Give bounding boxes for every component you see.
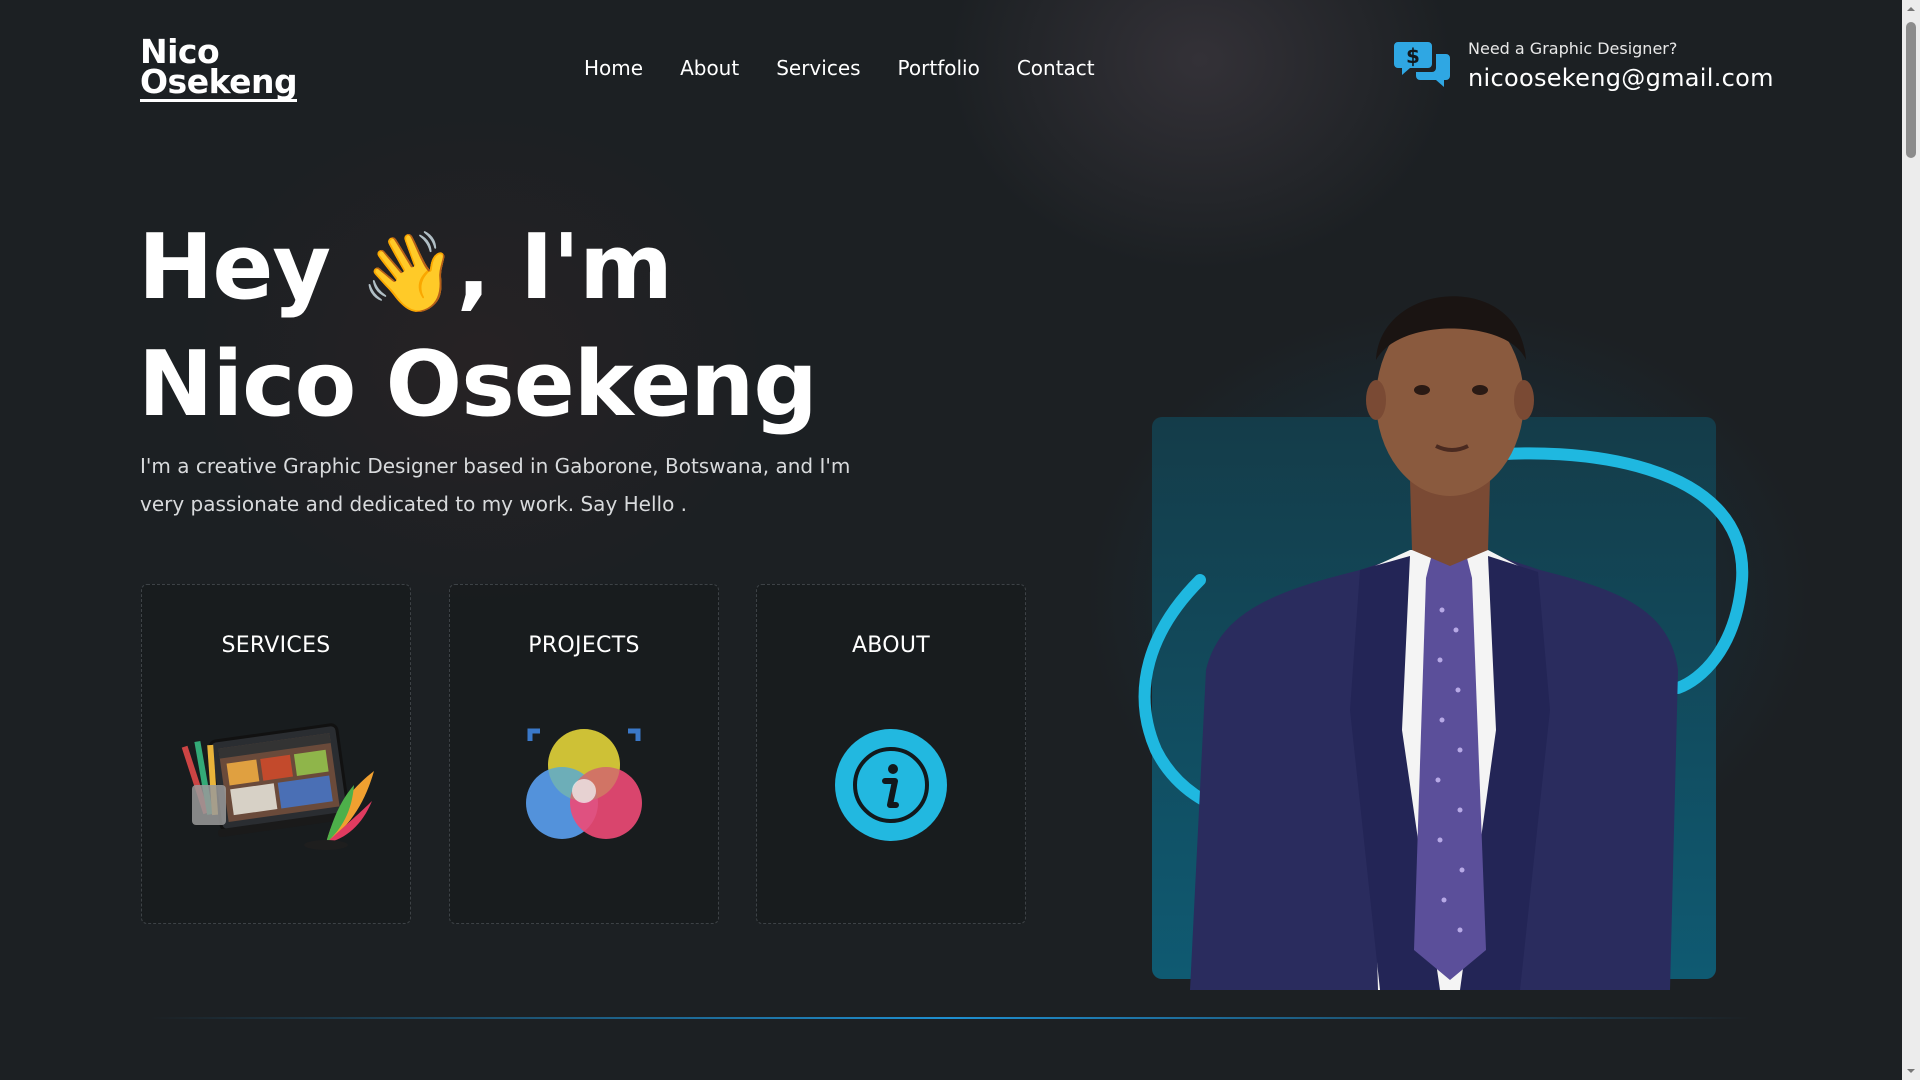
svg-text:$: $ [1406,44,1420,68]
scroll-up-icon[interactable] [1906,4,1916,14]
scroll-thumb[interactable] [1906,22,1916,158]
contact-text: Need a Graphic Designer? nicoosekeng@gma… [1468,38,1774,92]
hero-name: Nico Osekeng [138,332,818,438]
waving-hand-icon: 👋 [360,228,457,319]
hero-description: I'm a creative Graphic Designer based in… [140,454,851,516]
portrait-image [1138,296,1749,990]
nav-contact[interactable]: Contact [1017,56,1095,80]
color-circles-icon [450,715,718,855]
projects-card-label: PROJECTS [528,633,640,658]
nav-home[interactable]: Home [584,56,643,80]
services-card-label: SERVICES [221,633,331,658]
nav-services[interactable]: Services [776,56,860,80]
design-tablet-icon [142,715,410,855]
projects-card[interactable]: PROJECTS [449,584,719,924]
logo[interactable]: Nico Osekeng [140,35,298,102]
header-contact[interactable]: $ Need a Graphic Designer? nicoosekeng@g… [1394,38,1774,92]
about-card[interactable]: ABOUT [756,584,1026,924]
nav-about[interactable]: About [680,56,739,80]
scroll-down-icon[interactable] [1906,1066,1916,1076]
hero-im: , I'm [456,215,673,320]
nav-portfolio[interactable]: Portfolio [898,56,980,80]
hero-title: Hey 👋, I'm Nico Osekeng [138,212,818,441]
contact-question: Need a Graphic Designer? [1468,39,1678,58]
hero-hey: Hey [138,215,331,320]
info-icon [757,715,1025,855]
main-nav: Home About Services Portfolio Contact [584,56,1095,80]
scrollbar[interactable] [1902,0,1920,1080]
chat-dollar-icon: $ [1394,38,1452,92]
section-divider [150,1017,1750,1019]
page: Nico Osekeng Home About Services Portfol… [0,0,1920,1080]
services-card[interactable]: SERVICES [141,584,411,924]
contact-email[interactable]: nicoosekeng@gmail.com [1468,64,1774,92]
about-card-label: ABOUT [851,633,931,658]
logo-line2: Osekeng [140,62,298,102]
